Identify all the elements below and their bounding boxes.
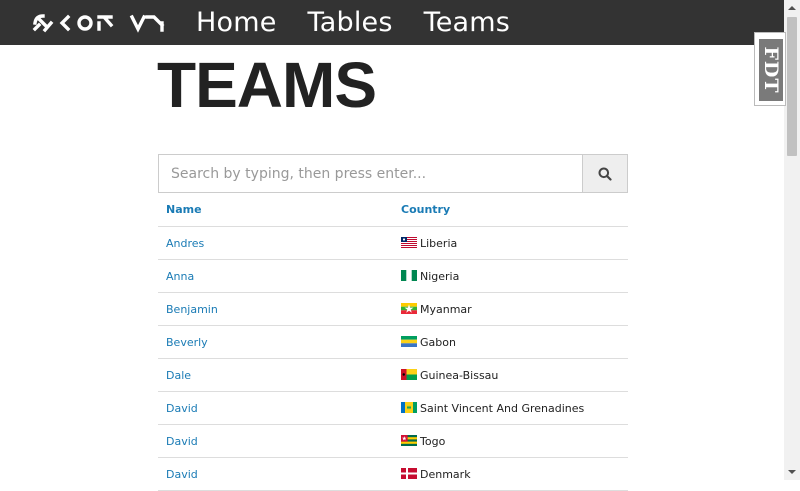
denmark-flag-icon (401, 467, 417, 479)
teams-table: Name Country Andres Liberia Anna Nigeria… (158, 193, 628, 491)
team-name-link[interactable]: Dale (166, 369, 191, 382)
site-logo[interactable] (32, 13, 168, 33)
fdt-badge-text: FDT (760, 46, 782, 94)
nav-link-home[interactable]: Home (196, 0, 277, 45)
nigeria-flag-icon (401, 269, 417, 281)
gabon-flag-icon (401, 335, 417, 347)
table-row: David Denmark (158, 457, 628, 491)
country-name: Myanmar (420, 302, 472, 316)
scroll-up-arrow-icon[interactable] (784, 0, 800, 16)
country-name: Gabon (420, 335, 456, 349)
main-nav: Home Tables Teams (196, 0, 510, 45)
search-button[interactable] (582, 154, 628, 193)
table-row: Andres Liberia (158, 226, 628, 260)
scroll-down-arrow-icon[interactable] (784, 464, 800, 480)
search-input[interactable] (158, 154, 583, 193)
fdt-badge[interactable]: FDT (754, 32, 786, 106)
search-icon (598, 167, 612, 181)
scrollbar-thumb[interactable] (787, 17, 797, 156)
search-bar (158, 154, 628, 193)
country-name: Guinea-Bissau (420, 368, 499, 382)
team-name-link[interactable]: Anna (166, 270, 194, 283)
country-name: Denmark (420, 467, 471, 481)
table-row: Beverly Gabon (158, 325, 628, 359)
team-name-link[interactable]: David (166, 402, 198, 415)
liberia-flag-icon (401, 236, 417, 248)
team-name-link[interactable]: Beverly (166, 336, 208, 349)
table-header-row: Name Country (158, 193, 628, 227)
vertical-scrollbar[interactable] (784, 0, 800, 480)
saint-vincent-flag-icon (401, 401, 417, 413)
nav-link-tables[interactable]: Tables (308, 0, 393, 45)
table-row: Benjamin Myanmar (158, 292, 628, 326)
fdt-badge-panel: FDT (759, 39, 783, 101)
team-name-link[interactable]: David (166, 435, 198, 448)
table-row: Anna Nigeria (158, 259, 628, 293)
guinea-bissau-flag-icon (401, 368, 417, 380)
myanmar-flag-icon (401, 302, 417, 314)
table-row: David Togo (158, 424, 628, 458)
country-name: Togo (420, 434, 446, 448)
country-name: Liberia (420, 236, 458, 250)
team-name-link[interactable]: Benjamin (166, 303, 218, 316)
nav-link-teams[interactable]: Teams (424, 0, 510, 45)
column-header-name[interactable]: Name (158, 193, 393, 227)
togo-flag-icon (401, 434, 417, 446)
column-header-country[interactable]: Country (393, 193, 628, 227)
page-title: TEAMS (157, 49, 377, 121)
top-navbar: Home Tables Teams (0, 0, 784, 45)
table-row: Dale Guinea-Bissau (158, 358, 628, 392)
team-name-link[interactable]: Andres (166, 237, 204, 250)
country-name: Saint Vincent And Grenadines (420, 401, 585, 415)
team-name-link[interactable]: David (166, 468, 198, 481)
country-name: Nigeria (420, 269, 460, 283)
table-row: David Saint Vincent And Grenadines (158, 391, 628, 425)
